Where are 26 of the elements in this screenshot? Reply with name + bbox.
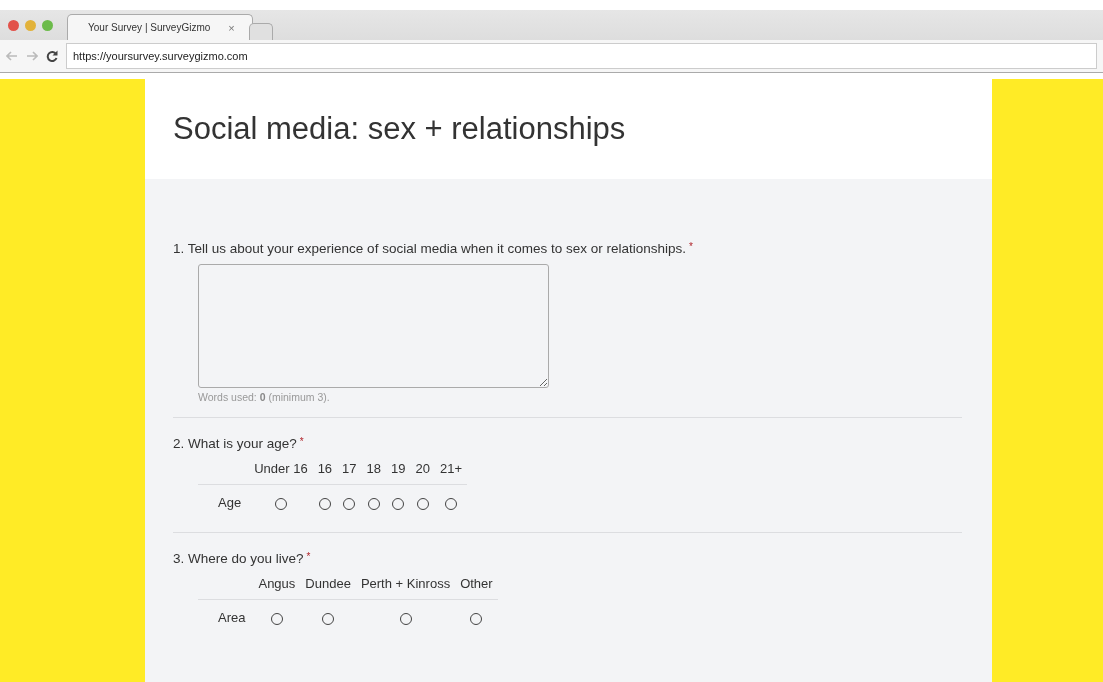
column-label: 16: [317, 461, 333, 476]
column-label: 21+: [439, 461, 463, 476]
column-label: Other: [460, 576, 493, 591]
question-text: 2. What is your age?: [173, 436, 297, 451]
question-text: 1. Tell us about your experience of social media when it comes to sex or relationships.: [173, 241, 687, 256]
column-label: 18: [366, 461, 382, 476]
column-label: 20: [415, 461, 430, 476]
reload-icon[interactable]: [46, 50, 58, 62]
browser-tab[interactable]: Your Survey | SurveyGizmo ×: [67, 14, 253, 40]
column-label: 17: [342, 461, 357, 476]
column-label: 19: [391, 461, 406, 476]
word-count: Words used: 0 (minimum 3).: [198, 391, 331, 403]
required-mark: *: [299, 436, 304, 447]
column-label: Dundee: [305, 576, 351, 591]
row-label: Age: [218, 495, 242, 510]
required-mark: *: [306, 551, 311, 562]
address-field[interactable]: https://yoursurvey.surveygizmo.com: [66, 43, 1097, 69]
column-label: Angus: [258, 576, 296, 591]
row-label: Area: [218, 610, 246, 625]
column-label: Perth + Kinross: [360, 576, 451, 591]
survey-title: Social media: sex + relationships: [173, 111, 626, 147]
question-text: 3. Where do you live?: [173, 551, 304, 566]
column-label: Under 16: [254, 461, 308, 476]
close-tab-button[interactable]: ×: [228, 21, 235, 34]
required-mark: *: [689, 241, 693, 252]
close-window-icon[interactable]: [8, 19, 19, 31]
